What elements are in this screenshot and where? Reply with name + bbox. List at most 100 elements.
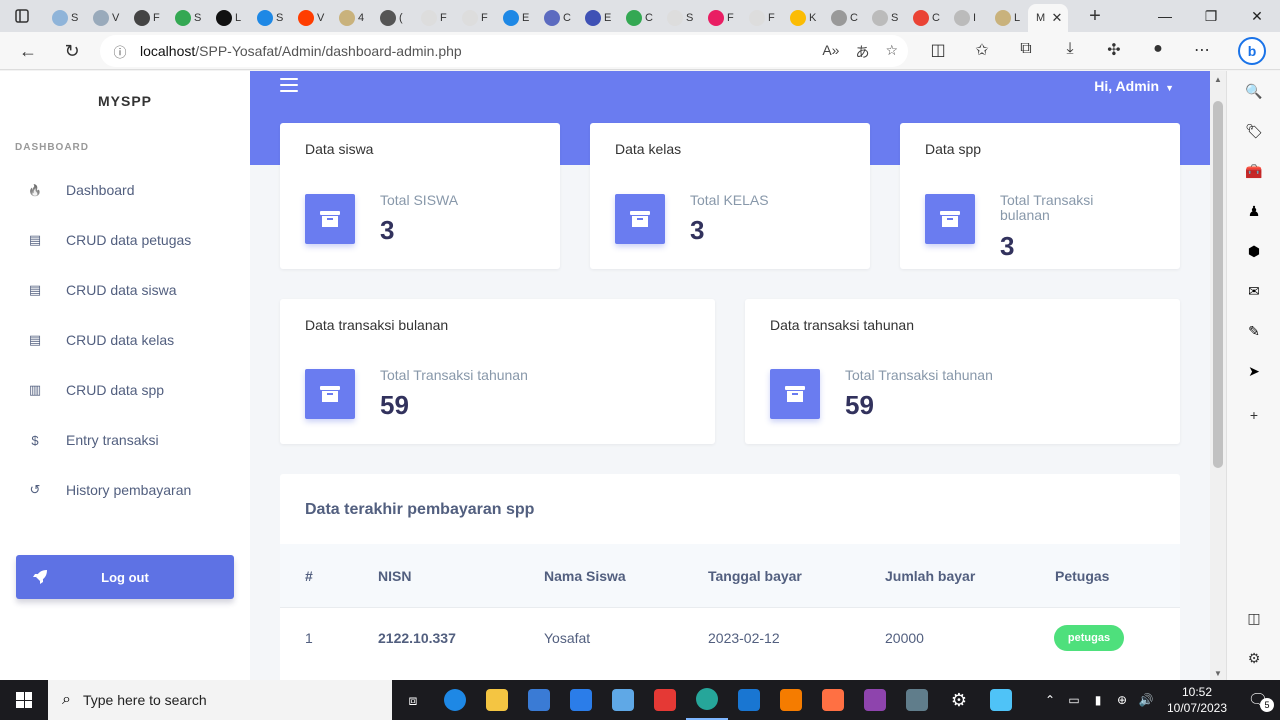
sidebar-toggle-icon[interactable]: ◫ bbox=[1244, 608, 1264, 628]
minimize-button[interactable]: — bbox=[1142, 0, 1188, 32]
restore-button[interactable]: ❐ bbox=[1188, 0, 1234, 32]
sidebar-item-dashboard[interactable]: 🔥 Dashboard bbox=[0, 165, 250, 215]
toolbox-icon[interactable]: 🧰 bbox=[1244, 161, 1264, 181]
scroll-up-icon[interactable]: ▲ bbox=[1214, 75, 1222, 84]
browser-tab[interactable]: K bbox=[782, 4, 823, 32]
user-menu-dropdown[interactable]: Hi, Admin ▼ bbox=[1094, 78, 1174, 94]
sidebar-item-crud-data-spp[interactable]: ▥ CRUD data spp bbox=[0, 365, 250, 415]
column-header[interactable]: Tanggal bayar bbox=[708, 568, 802, 584]
add-icon[interactable]: + bbox=[1244, 405, 1264, 425]
browser-tab[interactable]: I bbox=[946, 4, 987, 32]
tab-actions-button[interactable] bbox=[0, 0, 44, 32]
browser-tab[interactable]: S bbox=[659, 4, 700, 32]
outlook-icon[interactable]: ✉ bbox=[1244, 281, 1264, 301]
browser-tab[interactable]: S bbox=[167, 4, 208, 32]
edge-dev-icon[interactable] bbox=[686, 680, 728, 720]
profile-avatar[interactable]: ● bbox=[1136, 40, 1180, 60]
settings-icon[interactable]: ⚙ bbox=[938, 680, 980, 720]
sidebar-item-crud-data-kelas[interactable]: ▤ CRUD data kelas bbox=[0, 315, 250, 365]
new-tab-button[interactable]: + bbox=[1078, 5, 1112, 28]
extensions-icon[interactable]: ✣ bbox=[1092, 40, 1136, 60]
browser-tab[interactable]: ( bbox=[372, 4, 413, 32]
microsoft-365-icon[interactable]: ⬢ bbox=[1244, 241, 1264, 261]
page-scrollbar[interactable]: ▲ ▼ bbox=[1210, 71, 1226, 680]
games-icon[interactable]: ♟ bbox=[1244, 201, 1264, 221]
taskbar-search[interactable]: ⌕ Type here to search bbox=[48, 680, 392, 720]
tab-close-icon[interactable]: ✕ bbox=[1047, 8, 1067, 28]
clock[interactable]: 10:52 10/07/2023 bbox=[1158, 684, 1236, 716]
bing-chat-button[interactable]: b bbox=[1238, 37, 1266, 65]
shopping-tag-icon[interactable]: 🏷 bbox=[1244, 121, 1264, 141]
start-button[interactable] bbox=[0, 680, 48, 720]
photos-icon[interactable] bbox=[602, 680, 644, 720]
designer-icon[interactable]: ✎ bbox=[1244, 321, 1264, 341]
vscode-icon[interactable] bbox=[728, 680, 770, 720]
youtube-icon[interactable] bbox=[644, 680, 686, 720]
browser-tab[interactable]: F bbox=[700, 4, 741, 32]
display-icon[interactable]: ▭ bbox=[1062, 693, 1086, 707]
back-button[interactable]: ← bbox=[14, 38, 42, 64]
column-header[interactable]: NISN bbox=[378, 568, 411, 584]
search-icon[interactable]: 🔍 bbox=[1244, 81, 1264, 101]
browser-tab[interactable]: F bbox=[454, 4, 495, 32]
browser-tab[interactable]: F bbox=[413, 4, 454, 32]
browser-tab[interactable]: V bbox=[85, 4, 126, 32]
notification-center[interactable]: 🗨 5 bbox=[1236, 690, 1280, 712]
browser-tab[interactable]: V bbox=[290, 4, 331, 32]
translate-icon[interactable]: あ bbox=[855, 42, 869, 62]
browser-tab[interactable]: C bbox=[823, 4, 864, 32]
browser-tab[interactable]: E bbox=[577, 4, 618, 32]
hamburger-menu-icon[interactable] bbox=[280, 78, 298, 92]
column-header[interactable]: Petugas bbox=[1055, 568, 1109, 584]
browser-tab[interactable]: S bbox=[249, 4, 290, 32]
brand-logo[interactable]: MYSPP bbox=[0, 93, 250, 109]
sidebar-item-history-pembayaran[interactable]: ↺ History pembayaran bbox=[0, 465, 250, 515]
tab-active[interactable]: M ✕ bbox=[1028, 4, 1068, 32]
mail-icon[interactable] bbox=[560, 680, 602, 720]
favorite-star-icon[interactable]: ☆ bbox=[885, 42, 898, 62]
store-icon[interactable] bbox=[518, 680, 560, 720]
address-bar[interactable]: ⓘ localhost/SPP-Yosafat/Admin/dashboard-… bbox=[100, 35, 908, 67]
chevron-up-icon[interactable]: ⌃ bbox=[1038, 693, 1062, 707]
volume-icon[interactable]: 🔊 bbox=[1134, 693, 1158, 707]
split-screen-icon[interactable]: ◫ bbox=[916, 40, 960, 60]
battery-icon[interactable]: ▮ bbox=[1086, 693, 1110, 707]
browser-tab[interactable]: F bbox=[126, 4, 167, 32]
favorites-icon[interactable]: ✩ bbox=[960, 40, 1004, 60]
more-menu-icon[interactable]: ⋯ bbox=[1180, 40, 1224, 60]
xampp-icon[interactable] bbox=[770, 680, 812, 720]
browser-tab[interactable]: C bbox=[618, 4, 659, 32]
column-header[interactable]: # bbox=[305, 568, 313, 584]
browser-tab[interactable]: C bbox=[536, 4, 577, 32]
close-window-button[interactable]: ✕ bbox=[1234, 0, 1280, 32]
sublime-icon[interactable] bbox=[812, 680, 854, 720]
collections-icon[interactable]: ⧉ bbox=[1004, 40, 1048, 60]
column-header[interactable]: Nama Siswa bbox=[544, 568, 626, 584]
column-header[interactable]: Jumlah bayar bbox=[885, 568, 975, 584]
edge-app-icon[interactable] bbox=[434, 680, 476, 720]
browser-tab[interactable]: S bbox=[44, 4, 85, 32]
winrar-icon[interactable] bbox=[854, 680, 896, 720]
sidebar-item-entry-transaksi[interactable]: $ Entry transaksi bbox=[0, 415, 250, 465]
browser-tab[interactable]: 4 bbox=[331, 4, 372, 32]
browser-tab[interactable]: S bbox=[864, 4, 905, 32]
read-aloud-icon[interactable]: A» bbox=[822, 42, 839, 62]
task-view-icon[interactable]: ⧈ bbox=[392, 680, 434, 720]
browser-tab[interactable]: E bbox=[495, 4, 536, 32]
logout-button[interactable]: Log out bbox=[16, 555, 234, 599]
browser-tab[interactable]: C bbox=[905, 4, 946, 32]
site-info-icon[interactable]: ⓘ bbox=[100, 42, 140, 61]
browser-tab[interactable]: L bbox=[987, 4, 1028, 32]
browser-tab[interactable]: L bbox=[208, 4, 249, 32]
downloads-icon[interactable]: ⤓ bbox=[1048, 40, 1092, 60]
sidebar-item-crud-data-siswa[interactable]: ▤ CRUD data siswa bbox=[0, 265, 250, 315]
browser-tab[interactable]: F bbox=[741, 4, 782, 32]
scrollbar-thumb[interactable] bbox=[1213, 101, 1223, 468]
scroll-down-icon[interactable]: ▼ bbox=[1214, 669, 1222, 678]
send-icon[interactable]: ➤ bbox=[1244, 361, 1264, 381]
virtualbox-icon[interactable] bbox=[896, 680, 938, 720]
remote-desktop-icon[interactable] bbox=[980, 680, 1022, 720]
file-explorer-icon[interactable] bbox=[476, 680, 518, 720]
settings-gear-icon[interactable]: ⚙ bbox=[1244, 648, 1264, 668]
network-icon[interactable]: ⊕ bbox=[1110, 693, 1134, 707]
